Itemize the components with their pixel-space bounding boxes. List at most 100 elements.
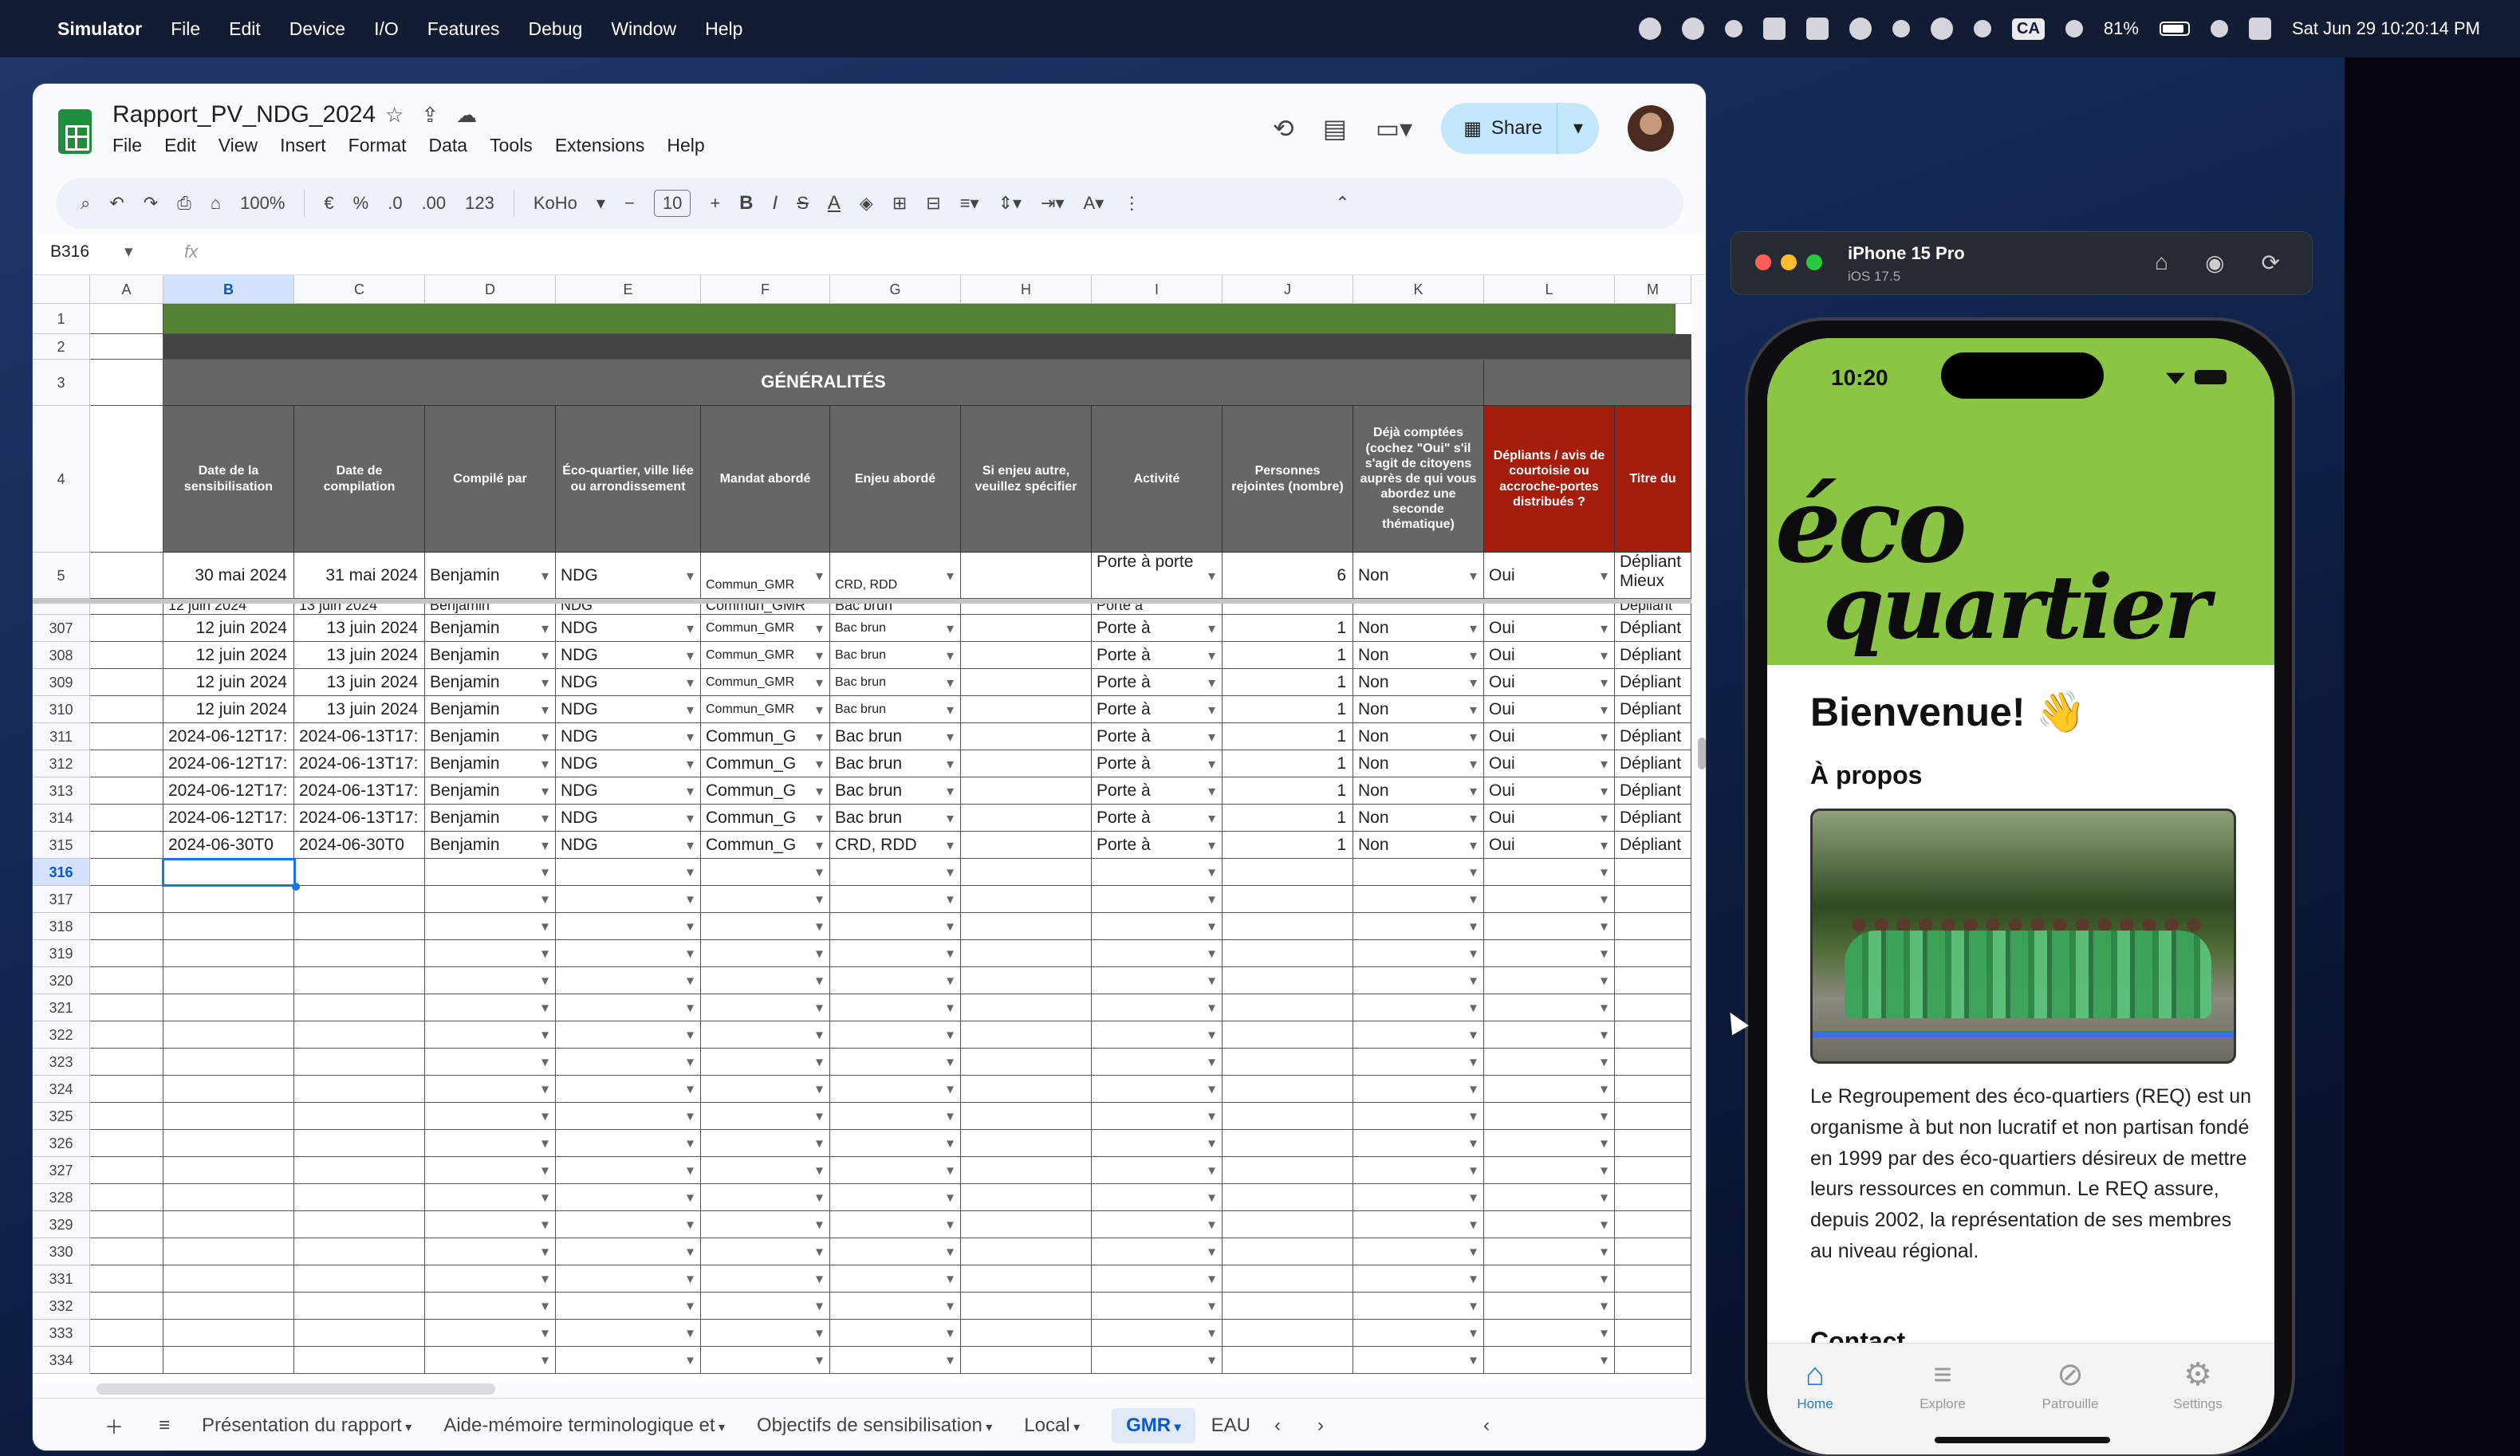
cell-l[interactable]: Oui: [1484, 696, 1615, 723]
cell-a[interactable]: [90, 360, 163, 406]
row-header[interactable]: 310: [33, 696, 90, 723]
cell-a[interactable]: [90, 913, 163, 940]
cell-j-empty[interactable]: [1223, 1293, 1353, 1320]
cell-m[interactable]: Dépliant: [1615, 805, 1691, 832]
cell-m-empty[interactable]: [1615, 1049, 1691, 1076]
cell-c-empty[interactable]: [294, 1049, 425, 1076]
align-icon[interactable]: ≡▾: [960, 193, 979, 214]
cell-b-empty[interactable]: [163, 994, 294, 1021]
cell-f-empty[interactable]: [701, 1238, 830, 1265]
tab-presentation[interactable]: Présentation du rapport: [202, 1415, 411, 1437]
cell-c-empty[interactable]: [294, 1347, 425, 1374]
cell-g-5[interactable]: CRD, RDD: [830, 553, 961, 599]
font-size-increase[interactable]: +: [710, 193, 720, 214]
cell-e-empty[interactable]: [556, 1021, 701, 1049]
collapse-toolbar-icon[interactable]: ⌃: [1335, 193, 1349, 214]
column-header-d[interactable]: D: [425, 275, 556, 304]
cell-m-empty[interactable]: [1615, 1320, 1691, 1347]
cell-h-empty[interactable]: [961, 1076, 1092, 1103]
cell-b-empty[interactable]: [163, 1238, 294, 1265]
row-header[interactable]: 315: [33, 832, 90, 859]
cell-e-empty[interactable]: [556, 1157, 701, 1184]
cell-g-empty[interactable]: [830, 1184, 961, 1211]
cell-a[interactable]: [90, 1211, 163, 1238]
cell-j-empty[interactable]: [1223, 1238, 1353, 1265]
cell-g-partial[interactable]: Bac brun: [830, 604, 961, 615]
cell-l[interactable]: Oui: [1484, 750, 1615, 777]
cell-i-empty[interactable]: [1092, 1076, 1223, 1103]
fill-color-icon[interactable]: ◈: [860, 193, 873, 214]
share-button[interactable]: ▦ Share ▾: [1441, 103, 1599, 154]
cell-b-empty[interactable]: [163, 1130, 294, 1157]
cell-c-empty[interactable]: [294, 1130, 425, 1157]
cell-e-empty[interactable]: [556, 1049, 701, 1076]
column-header-j[interactable]: J: [1223, 275, 1353, 304]
cell-f-empty[interactable]: [701, 1320, 830, 1347]
row-header[interactable]: 307: [33, 615, 90, 642]
home-button-icon[interactable]: ⌂: [2155, 250, 2168, 276]
cell-h[interactable]: [961, 642, 1092, 669]
cell-i-empty[interactable]: [1092, 1320, 1223, 1347]
chevron-down-icon[interactable]: ▾: [597, 193, 605, 214]
tab-settings[interactable]: ⚙ Settings: [2150, 1358, 2246, 1412]
name-box[interactable]: B316: [50, 242, 133, 262]
cell-c-empty[interactable]: [294, 1184, 425, 1211]
cell-k-empty[interactable]: [1353, 1320, 1484, 1347]
cell-c[interactable]: 13 juin 2024: [294, 669, 425, 696]
cell-e[interactable]: NDG: [556, 696, 701, 723]
cell-l[interactable]: Oui: [1484, 805, 1615, 832]
cell-e-empty[interactable]: [556, 1347, 701, 1374]
column-header-b[interactable]: B: [163, 275, 294, 304]
cell-e[interactable]: NDG: [556, 723, 701, 750]
search-icon[interactable]: ⌕: [81, 193, 90, 214]
cell-k-empty[interactable]: [1353, 940, 1484, 967]
cell-k-partial[interactable]: [1353, 604, 1484, 615]
cell-a[interactable]: [90, 1157, 163, 1184]
row-header[interactable]: 5: [33, 553, 90, 599]
column-header-m[interactable]: M: [1615, 275, 1691, 304]
cell-b-empty[interactable]: [163, 1320, 294, 1347]
cell-g[interactable]: Bac brun: [830, 777, 961, 805]
currency-button[interactable]: €: [324, 193, 333, 214]
cell-m-empty[interactable]: [1615, 1293, 1691, 1320]
cell-d[interactable]: Benjamin: [425, 615, 556, 642]
cell-d-empty[interactable]: [425, 1293, 556, 1320]
cell-g-empty[interactable]: [830, 1157, 961, 1184]
cell-e-5[interactable]: NDG: [556, 553, 701, 599]
add-sheet-icon[interactable]: ＋: [104, 1411, 124, 1439]
cell-k-5[interactable]: Non: [1353, 553, 1484, 599]
cell-k[interactable]: Non: [1353, 696, 1484, 723]
cell-m[interactable]: Dépliant: [1615, 696, 1691, 723]
cloud-status-icon[interactable]: ☁: [456, 103, 477, 128]
cell-j-empty[interactable]: [1223, 886, 1353, 913]
cell-i-empty[interactable]: [1092, 1049, 1223, 1076]
cell-m-empty[interactable]: [1615, 994, 1691, 1021]
cell-h-empty[interactable]: [961, 1130, 1092, 1157]
column-header-f[interactable]: F: [701, 275, 830, 304]
cell-a[interactable]: [90, 406, 163, 553]
row-header[interactable]: 324: [33, 1076, 90, 1103]
cell-h-empty[interactable]: [961, 1103, 1092, 1130]
cell-j[interactable]: 1: [1223, 777, 1353, 805]
cell-a[interactable]: [90, 1184, 163, 1211]
cell-d-partial[interactable]: Benjamin: [425, 604, 556, 615]
menu-data[interactable]: Data: [429, 135, 468, 156]
cell-l-empty[interactable]: [1484, 1211, 1615, 1238]
outlook-icon[interactable]: [1806, 18, 1829, 40]
cell-g-empty[interactable]: [830, 1320, 961, 1347]
cell-k-empty[interactable]: [1353, 1130, 1484, 1157]
cell-m-empty[interactable]: [1615, 1211, 1691, 1238]
cell-b-empty[interactable]: [163, 1157, 294, 1184]
tab-home[interactable]: ⌂ Home: [1767, 1358, 1863, 1412]
column-header-g[interactable]: G: [830, 275, 961, 304]
cell-g-empty[interactable]: [830, 1021, 961, 1049]
cell-c-empty[interactable]: [294, 1293, 425, 1320]
cell-h-empty[interactable]: [961, 994, 1092, 1021]
cell-j-empty[interactable]: [1223, 1347, 1353, 1374]
cell-m-empty[interactable]: [1615, 940, 1691, 967]
redo-icon[interactable]: ↷: [144, 193, 158, 214]
cell-b-partial[interactable]: 12 juin 2024: [163, 604, 294, 615]
cell-a[interactable]: [90, 1320, 163, 1347]
row-header[interactable]: 327: [33, 1157, 90, 1184]
cell-c-empty[interactable]: [294, 1211, 425, 1238]
